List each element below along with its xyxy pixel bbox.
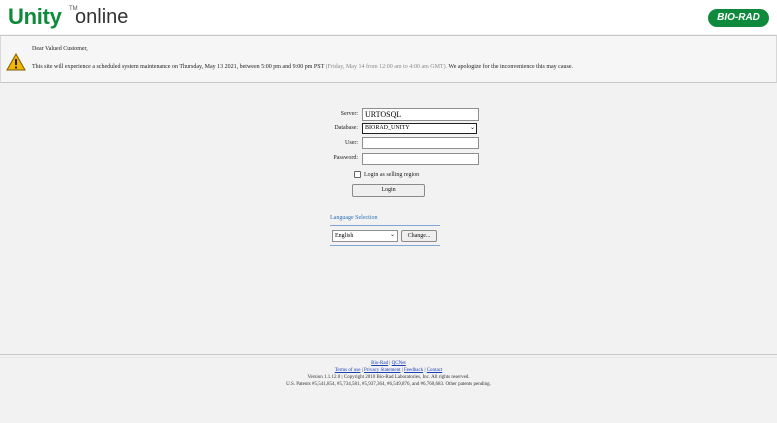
database-label: Database: [334,125,358,131]
user-label: User: [345,140,358,146]
chevron-down-icon: ⌄ [470,124,476,131]
server-label: Server: [340,111,358,117]
password-input[interactable] [362,153,479,165]
footer-link-terms[interactable]: Terms of use [335,368,361,373]
notice-main-text: This site will experience a scheduled sy… [32,64,325,70]
footer-separator: | [361,368,363,373]
footer-links-secondary: Terms of use | Privacy Statement | Feedb… [0,368,777,373]
database-selected-value: BIORAD_UNITY [365,125,410,131]
footer-divider [0,354,777,358]
login-button[interactable]: Login [352,184,425,197]
language-divider-bottom [330,245,440,246]
unity-logo: Unity [8,4,62,29]
footer-link-contact[interactable]: Contact [427,368,443,373]
footer-link-feedback[interactable]: Feedback [404,368,423,373]
unity-logo-online: online [75,6,129,28]
change-language-button[interactable]: Change... [401,230,437,242]
language-selected-value: English [335,233,354,239]
notice-message: This site will experience a scheduled sy… [32,64,573,70]
footer-link-qcnet[interactable]: QCNet [392,361,406,366]
language-selection-title: Language Selection [330,215,378,221]
footer-separator: | [401,368,403,373]
footer-patents: U.S. Patents #5,541,854, #5,734,581, #5,… [286,382,491,387]
footer-links-primary: Bio-Rad | QCNet [0,361,777,366]
warning-icon [6,53,26,71]
language-divider-top [330,225,440,226]
notice-greeting: Dear Valued Customer, [32,46,88,52]
header: Unity TM online BIO-RAD [0,0,777,34]
biorad-logo: BIO-RAD [708,9,769,27]
notice-apology-text: We apologize for the inconvenience this … [448,64,573,70]
footer-version: Version 1.1.12.0 | Copyright 2010 Bio-Ra… [307,375,470,380]
password-label: Password: [333,155,358,161]
selling-region-checkbox[interactable] [354,171,361,178]
footer-separator: | [424,368,426,373]
footer-separator: | [389,361,391,366]
maintenance-notice: Dear Valued Customer, This site will exp… [0,35,777,83]
footer-link-biorad[interactable]: Bio-Rad [371,361,388,366]
selling-region-label: Login as selling region [364,172,420,178]
server-input[interactable] [362,108,479,121]
notice-gmt-text: (Friday, May 14 from 12:00 am to 4:00 am… [325,64,448,70]
footer-link-privacy[interactable]: Privacy Statement [364,368,401,373]
database-select[interactable]: BIORAD_UNITY [362,123,477,134]
chevron-down-icon: ⌄ [390,231,396,238]
language-select[interactable]: English [332,230,398,242]
user-input[interactable] [362,137,479,149]
